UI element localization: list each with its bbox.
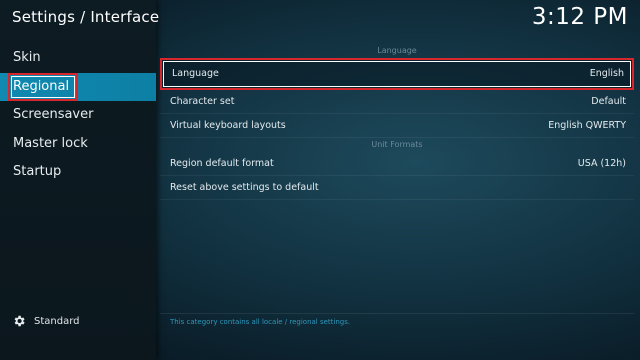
setting-value: English QWERTY xyxy=(548,120,626,131)
reset-settings-label: Reset above settings to default xyxy=(170,182,319,193)
clock: 3:12 PM xyxy=(531,4,628,30)
setting-label: Region default format xyxy=(170,158,274,169)
category-hint: This category contains all locale / regi… xyxy=(160,313,634,329)
sidebar-item-screensaver[interactable]: Screensaver xyxy=(0,101,156,129)
reset-settings-button[interactable]: Reset above settings to default xyxy=(160,176,634,200)
setting-label: Virtual keyboard layouts xyxy=(170,120,286,131)
sidebar-nav: Skin Regional Screensaver Master lock St… xyxy=(0,44,156,187)
settings-list: Language Language English Character set … xyxy=(160,44,634,200)
setting-value: Default xyxy=(591,96,626,107)
sidebar-item-master-lock[interactable]: Master lock xyxy=(0,130,156,158)
sidebar-item-label: Startup xyxy=(13,164,62,180)
sidebar-item-regional[interactable]: Regional xyxy=(0,72,156,101)
sidebar-item-label: Screensaver xyxy=(13,107,94,123)
sidebar-item-skin[interactable]: Skin xyxy=(0,44,156,72)
setting-region-default-format[interactable]: Region default format USA (12h) xyxy=(160,152,634,176)
setting-value: English xyxy=(589,68,624,79)
setting-language[interactable]: Language English xyxy=(160,58,634,90)
page-title: Settings / Interface xyxy=(12,8,160,26)
focus-highlight xyxy=(8,72,78,101)
sidebar: Settings / Interface Skin Regional Scree… xyxy=(0,0,160,360)
gear-icon xyxy=(14,315,25,327)
sidebar-item-label: Master lock xyxy=(13,135,88,151)
group-header-unit-formats: Unit Formats xyxy=(371,140,423,149)
setting-virtual-keyboard-layouts[interactable]: Virtual keyboard layouts English QWERTY xyxy=(160,114,634,138)
sidebar-item-startup[interactable]: Startup xyxy=(0,158,156,186)
settings-level-label: Standard xyxy=(34,315,80,327)
setting-label: Language xyxy=(172,68,219,79)
setting-value: USA (12h) xyxy=(577,158,626,169)
setting-character-set[interactable]: Character set Default xyxy=(160,90,634,114)
sidebar-item-label: Skin xyxy=(13,50,41,65)
settings-level-button[interactable]: Standard xyxy=(12,314,80,328)
group-header-language: Language xyxy=(377,46,417,55)
setting-label: Character set xyxy=(170,96,235,107)
